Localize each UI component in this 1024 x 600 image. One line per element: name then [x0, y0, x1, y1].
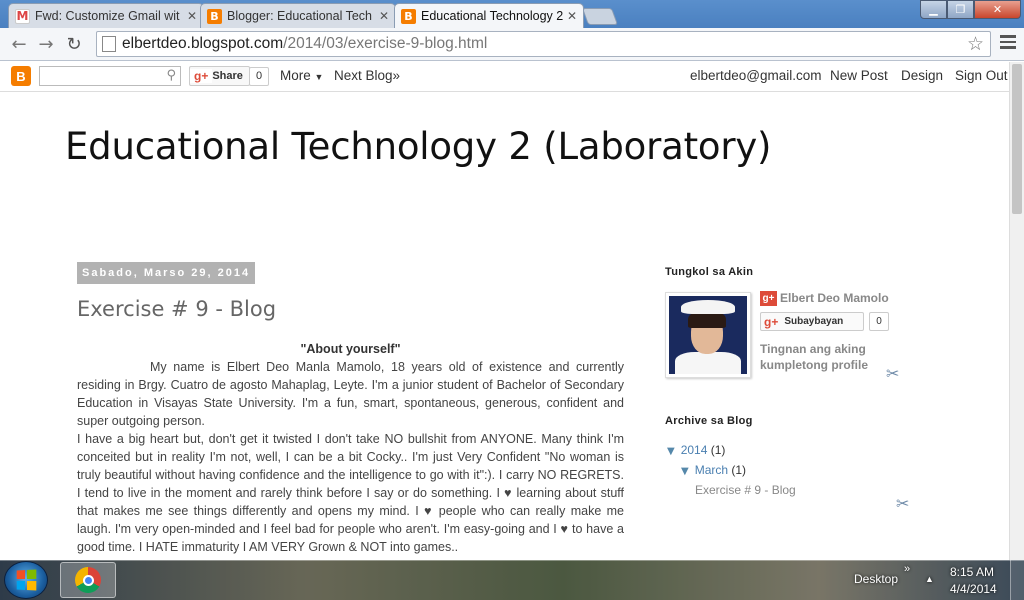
archive-month-count: (1): [731, 463, 747, 477]
about-me-heading: Tungkol sa Akin: [665, 266, 754, 278]
share-count: 0: [249, 67, 269, 86]
post-paragraph: My name is Elbert Deo Manla Mamolo, 18 y…: [77, 360, 624, 428]
chevron-down-icon: ▼: [314, 72, 324, 82]
browser-toolbar: ← → ↻ elbertdeo.blogspot.com/2014/03/exe…: [0, 28, 1024, 61]
tab-label: Fwd: Customize Gmail wit: [35, 9, 180, 23]
scrollbar-thumb[interactable]: [1012, 64, 1022, 214]
blogger-icon: B: [207, 8, 222, 24]
blogger-icon: B: [401, 8, 416, 24]
follow-label: Subaybayan: [784, 316, 844, 327]
next-blog-link[interactable]: Next Blog»: [334, 68, 400, 83]
post-date-header: Sabado, Marso 29, 2014: [77, 262, 256, 284]
page-icon: [102, 36, 116, 52]
window-controls: ▁ ❐ ✕: [920, 0, 1021, 19]
close-window-button[interactable]: ✕: [974, 0, 1021, 19]
blog-title[interactable]: Educational Technology 2 (Laboratory): [65, 125, 771, 168]
archive-month[interactable]: ▼ March (1): [681, 463, 746, 477]
url-host: elbertdeo.blogspot.com: [122, 35, 284, 52]
more-menu[interactable]: More ▼: [280, 68, 323, 83]
user-email[interactable]: elbertdeo@gmail.com: [690, 68, 822, 83]
new-post-link[interactable]: New Post: [830, 68, 888, 83]
page-scrollbar[interactable]: [1009, 62, 1024, 560]
gmail-icon: M: [15, 8, 30, 24]
archive-year-count: (1): [710, 443, 726, 457]
forward-icon[interactable]: →: [35, 33, 57, 55]
tab-label: Educational Technology 2: [421, 9, 563, 23]
close-icon[interactable]: ✕: [379, 9, 389, 23]
post-body: "About yourself" My name is Elbert Deo M…: [77, 340, 624, 556]
archive-month-link[interactable]: March: [695, 463, 728, 477]
post-title[interactable]: Exercise # 9 - Blog: [77, 297, 276, 321]
share-label: Share: [212, 70, 243, 82]
archive-post[interactable]: Exercise # 9 - Blog: [695, 483, 796, 497]
start-button[interactable]: [4, 561, 48, 599]
toolbar-expand-icon[interactable]: »: [904, 563, 910, 575]
tab-label: Blogger: Educational Tech: [227, 9, 373, 23]
address-bar[interactable]: elbertdeo.blogspot.com/2014/03/exercise-…: [96, 31, 991, 57]
tab-current-blog[interactable]: B Educational Technology 2 ✕: [394, 3, 584, 28]
windows-taskbar: Desktop » ▲ 8:15 AM 4/4/2014: [0, 560, 1024, 600]
url-path: /2014/03/exercise-9-blog.html: [283, 35, 488, 52]
reload-icon[interactable]: ↻: [63, 33, 85, 55]
back-icon[interactable]: ←: [8, 33, 30, 55]
new-tab-button[interactable]: [581, 8, 619, 25]
post-paragraph: I have a big heart but, don't get it twi…: [77, 432, 624, 554]
archive-heading: Archive sa Blog: [665, 415, 753, 427]
follow-count: 0: [869, 312, 889, 331]
google-plus-icon: g+: [760, 291, 777, 306]
browser-tab-strip: M Fwd: Customize Gmail wit ✕ B Blogger: …: [0, 0, 1024, 28]
bookmark-star-icon[interactable]: ☆: [967, 33, 984, 55]
view-profile-link[interactable]: Tingnan ang aking kumpletong profile: [760, 341, 880, 373]
expand-triangle-icon[interactable]: ▼: [681, 466, 689, 477]
profile-name[interactable]: Elbert Deo Mamolo: [780, 291, 889, 305]
close-icon[interactable]: ✕: [187, 9, 197, 23]
sign-out-link[interactable]: Sign Out: [955, 68, 1008, 83]
google-plus-icon: g+: [190, 69, 213, 83]
profile-photo[interactable]: [665, 292, 751, 378]
minimize-button[interactable]: ▁: [920, 0, 947, 19]
blogger-navbar: B ⚲ g+ Share 0 More ▼ Next Blog» elbertd…: [0, 62, 1009, 92]
blog-search-input[interactable]: ⚲: [39, 66, 181, 86]
post-subheading: "About yourself": [300, 342, 401, 356]
clock-date[interactable]: 4/4/2014: [950, 582, 997, 596]
tab-gmail[interactable]: M Fwd: Customize Gmail wit ✕: [8, 3, 204, 28]
archive-post-link[interactable]: Exercise # 9 - Blog: [695, 483, 796, 497]
desktop-toolbar-label[interactable]: Desktop: [854, 572, 898, 586]
design-link[interactable]: Design: [901, 68, 943, 83]
close-icon[interactable]: ✕: [567, 9, 577, 23]
maximize-button[interactable]: ❐: [947, 0, 974, 19]
chrome-icon: [75, 567, 101, 593]
edit-widget-icon[interactable]: ✂: [896, 494, 909, 513]
profile-photo-image: [669, 296, 747, 374]
chrome-menu-icon[interactable]: [1000, 34, 1016, 50]
notification-chevron-icon[interactable]: ▲: [925, 574, 934, 584]
show-desktop-button[interactable]: [1010, 560, 1024, 600]
google-plus-share-button[interactable]: g+ Share: [189, 66, 250, 86]
blogger-logo-icon[interactable]: B: [11, 66, 31, 86]
expand-triangle-icon[interactable]: ▼: [667, 446, 675, 457]
archive-year[interactable]: ▼ 2014 (1): [667, 443, 725, 457]
taskbar-chrome-button[interactable]: [60, 562, 116, 598]
search-icon[interactable]: ⚲: [166, 68, 176, 83]
windows-logo-icon: [16, 569, 37, 591]
follow-button[interactable]: g+ Subaybayan: [760, 312, 864, 331]
clock-time[interactable]: 8:15 AM: [950, 565, 994, 579]
more-label: More: [280, 68, 311, 83]
tab-blogger-dashboard[interactable]: B Blogger: Educational Tech ✕: [200, 3, 396, 28]
google-plus-icon: g+: [764, 314, 779, 329]
archive-year-link[interactable]: 2014: [681, 443, 708, 457]
edit-widget-icon[interactable]: ✂: [886, 364, 899, 383]
